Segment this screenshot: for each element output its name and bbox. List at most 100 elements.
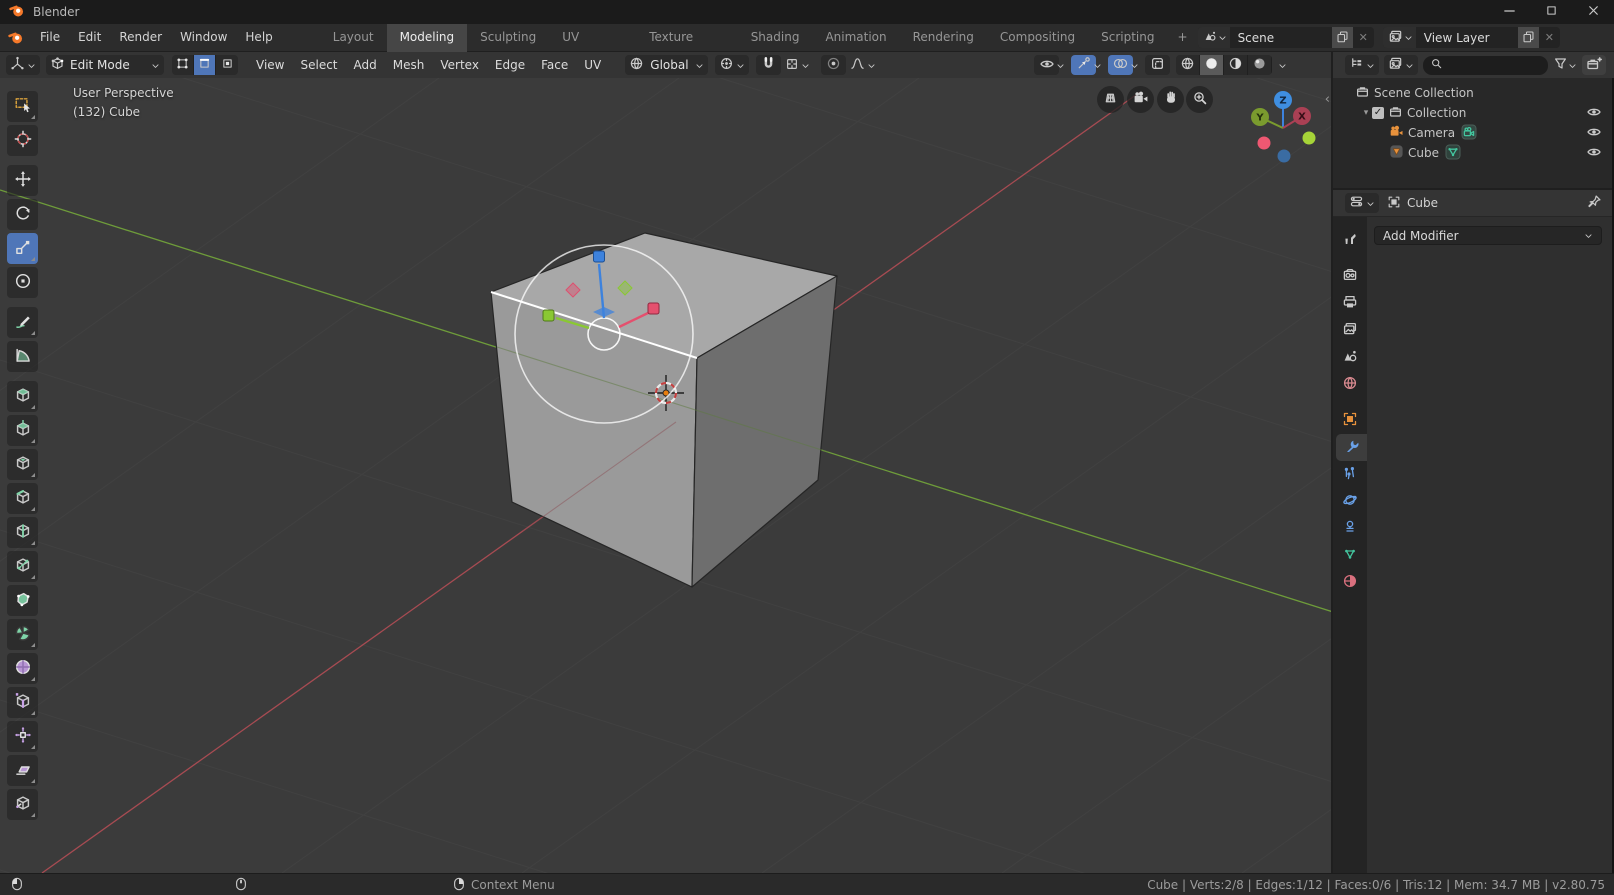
knife-tool-button[interactable] [7, 551, 38, 582]
workspace-tab-compositing[interactable]: Compositing [987, 24, 1088, 52]
properties-tab-render[interactable] [1333, 263, 1367, 290]
move-tool-button[interactable] [7, 165, 38, 196]
add-cube-tool-button[interactable] [7, 381, 38, 412]
outliner-editor-type-button[interactable] [1345, 55, 1379, 75]
shear-tool-button[interactable] [7, 755, 38, 786]
minimize-button[interactable] [1488, 0, 1530, 24]
viewport-menu-view[interactable]: View [248, 53, 292, 78]
sidebar-collapse-arrow[interactable]: ‹ [1325, 92, 1330, 107]
menu-window[interactable]: Window [171, 24, 236, 51]
camera-view-button[interactable] [1127, 86, 1154, 113]
properties-editor-type-button[interactable] [1345, 193, 1379, 213]
gizmo-y-handle[interactable] [543, 310, 554, 321]
rip-region-tool-button[interactable] [7, 789, 38, 820]
maximize-button[interactable] [1530, 0, 1572, 24]
pivot-point-dropdown[interactable] [715, 55, 749, 75]
extrude-region-tool-button[interactable] [7, 415, 38, 446]
properties-tab-modifiers[interactable] [1336, 434, 1367, 461]
workspace-tab-sculpting[interactable]: Sculpting [467, 24, 549, 52]
rotate-tool-button[interactable] [7, 199, 38, 230]
outliner-search-input[interactable] [1423, 56, 1548, 75]
menu-file[interactable]: File [31, 24, 69, 51]
properties-tab-output[interactable] [1333, 290, 1367, 317]
outliner-item-label[interactable]: Scene Collection [1370, 86, 1474, 100]
properties-tab-scene[interactable] [1333, 344, 1367, 371]
viewport-menu-vertex[interactable]: Vertex [432, 53, 487, 78]
workspace-tab-modeling[interactable]: Modeling [387, 24, 468, 52]
falloff-dropdown[interactable] [846, 55, 880, 75]
eye-visibility-toggle[interactable] [1586, 144, 1602, 163]
eye-visibility-toggle[interactable] [1586, 124, 1602, 143]
shading-material-button[interactable] [1224, 55, 1248, 75]
nav-axis-z-neg[interactable] [1278, 150, 1291, 163]
gizmo-z-handle[interactable] [594, 251, 605, 262]
menu-help[interactable]: Help [236, 24, 281, 51]
outliner-row-scene-collection[interactable]: Scene Collection [1333, 83, 1612, 103]
properties-tab-material[interactable] [1333, 569, 1367, 596]
scene-unlink-button[interactable]: ✕ [1353, 31, 1374, 44]
workspace-tab-scripting[interactable]: Scripting [1088, 24, 1167, 52]
inset-faces-tool-button[interactable] [7, 449, 38, 480]
menu-render[interactable]: Render [110, 24, 171, 51]
xray-toggle[interactable] [1145, 55, 1170, 75]
disclosure-triangle-icon[interactable]: ▾ [1360, 108, 1372, 118]
shading-options-dropdown[interactable] [1278, 61, 1287, 70]
shading-wireframe-button[interactable] [1176, 55, 1200, 75]
add-workspace-button[interactable]: + [1168, 24, 1198, 51]
snap-toggle[interactable] [756, 55, 781, 75]
outliner-row-collection[interactable]: ▾✓ Collection [1333, 103, 1612, 123]
navigation-gizmo[interactable]: Z Y X [1251, 91, 1316, 163]
edge-select-mode-button[interactable] [194, 55, 216, 75]
properties-tab-constraints[interactable] [1333, 515, 1367, 542]
add-modifier-dropdown[interactable]: Add Modifier [1374, 226, 1602, 245]
face-select-mode-button[interactable] [216, 55, 238, 75]
outliner-display-mode-button[interactable] [1384, 55, 1418, 75]
view-layer-dropdown-button[interactable] [1383, 27, 1416, 48]
transform-tool-button[interactable] [7, 267, 38, 298]
outliner-filter-button[interactable] [1553, 56, 1577, 74]
vertex-select-mode-button[interactable] [172, 55, 194, 75]
workspace-tab-layout[interactable]: Layout [320, 24, 387, 52]
workspace-tab-animation[interactable]: Animation [812, 24, 899, 52]
smooth-tool-button[interactable] [7, 653, 38, 684]
outliner-item-label[interactable]: Cube [1404, 146, 1439, 160]
properties-tab-physics[interactable] [1333, 488, 1367, 515]
loop-cut-tool-button[interactable] [7, 517, 38, 548]
workspace-tab-shading[interactable]: Shading [738, 24, 813, 52]
properties-tab-object-data[interactable] [1333, 542, 1367, 569]
properties-tab-object[interactable] [1333, 407, 1367, 434]
edge-slide-tool-button[interactable] [7, 687, 38, 718]
annotate-tool-button[interactable] [7, 307, 38, 338]
scale-tool-button[interactable] [7, 233, 38, 264]
nav-axis-x-neg[interactable] [1258, 137, 1271, 150]
pan-view-button[interactable] [1157, 86, 1184, 113]
snap-settings-dropdown[interactable] [781, 55, 814, 75]
scene-dropdown-button[interactable] [1198, 27, 1230, 48]
blender-menu-logo-icon[interactable] [8, 29, 25, 46]
shading-rendered-button[interactable] [1248, 55, 1272, 75]
view-layer-name[interactable]: View Layer [1416, 31, 1518, 45]
workspace-tab-texture-paint[interactable]: Texture Paint [636, 24, 737, 52]
cursor-tool-button[interactable] [7, 125, 38, 156]
outliner-row-camera[interactable]: Camera [1333, 123, 1612, 143]
workspace-tab-rendering[interactable]: Rendering [900, 24, 987, 52]
mesh-data-icon[interactable] [1445, 144, 1461, 163]
properties-tab-particles[interactable] [1333, 461, 1367, 488]
mode-dropdown[interactable]: Edit Mode [46, 55, 164, 75]
nav-axis-y-neg[interactable] [1303, 132, 1316, 145]
close-button[interactable] [1572, 0, 1614, 24]
pin-button[interactable] [1587, 194, 1602, 212]
outliner-item-label[interactable]: Camera [1404, 126, 1455, 140]
outliner-item-label[interactable]: Collection [1403, 106, 1466, 120]
viewport-menu-face[interactable]: Face [533, 53, 576, 78]
gizmo-x-handle[interactable] [648, 303, 659, 314]
zoom-view-button[interactable] [1186, 86, 1213, 113]
spin-tool-button[interactable] [7, 619, 38, 650]
poly-build-tool-button[interactable] [7, 585, 38, 616]
shading-solid-button[interactable] [1200, 55, 1224, 75]
view-layer-copy-button[interactable] [1518, 27, 1539, 48]
scene-copy-button[interactable] [1332, 27, 1353, 48]
bevel-tool-button[interactable] [7, 483, 38, 514]
collection-checkbox[interactable]: ✓ [1372, 107, 1384, 119]
eye-visibility-toggle[interactable] [1586, 104, 1602, 123]
